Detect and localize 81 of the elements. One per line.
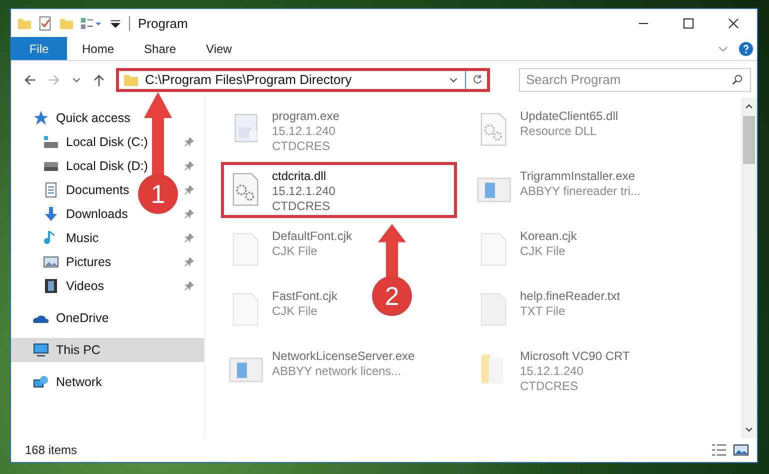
- search-field[interactable]: Search Program: [519, 68, 751, 92]
- file-detail: ABBYY finereader tri...: [520, 184, 641, 199]
- file-detail: 15.12.1.240: [272, 124, 336, 139]
- folder-path: C:\Program Files\Program Directory: [145, 72, 353, 87]
- pin-icon[interactable]: [184, 185, 194, 195]
- help-icon[interactable]: [739, 42, 753, 56]
- file-detail: CTDCRES: [520, 379, 580, 394]
- file-name: help.fineReader.txt: [520, 289, 620, 304]
- navigation-item[interactable]: This PC: [33, 342, 100, 358]
- pin-icon[interactable]: [184, 281, 194, 291]
- close-icon[interactable]: [728, 18, 739, 28]
- file-detail: ABBYY network licens...: [272, 364, 402, 379]
- ribbon-tab[interactable]: Home: [67, 37, 130, 60]
- details-view-icon[interactable]: [711, 442, 727, 458]
- file-detail: Resource DLL: [520, 124, 598, 139]
- pin-icon[interactable]: [184, 161, 194, 171]
- file-detail: 15.12.1.240: [520, 364, 584, 379]
- file-item[interactable]: Microsoft VC90 CRT 15.12.1.240 CTDCRES: [469, 342, 637, 398]
- maximize-icon[interactable]: [683, 18, 694, 28]
- file-detail: CJK File: [272, 244, 318, 259]
- search-icon: [732, 74, 743, 84]
- file-name: Microsoft VC90 CRT: [520, 349, 630, 364]
- drive-icon: [43, 134, 59, 150]
- pin-icon[interactable]: [184, 233, 194, 243]
- layout-dropdown-icon[interactable]: [80, 16, 102, 30]
- up-arrow-icon[interactable]: [92, 72, 106, 86]
- film-icon: [43, 278, 59, 294]
- item-count: 168 items: [25, 443, 78, 457]
- pin-icon[interactable]: [184, 257, 194, 267]
- file-detail: TXT File: [520, 304, 566, 319]
- star-icon: [33, 110, 49, 126]
- file-item[interactable]: DefaultFont.cjk CJK File: [221, 222, 360, 278]
- file-name: TrigrammInstaller.exe: [520, 169, 636, 184]
- file-item[interactable]: program.exe 15.12.1.240 CTDCRES: [221, 102, 346, 158]
- file-name: UpdateClient65.dll: [520, 109, 618, 124]
- window-title: Program: [138, 16, 188, 30]
- file-item[interactable]: TrigrammInstaller.exe ABBYY finereader tri...: [469, 162, 648, 218]
- file-detail: CTDCRES: [272, 139, 332, 154]
- navigation-item[interactable]: Quick access: [33, 110, 130, 126]
- address-bar[interactable]: C:\Program Files\Program Directory: [116, 68, 490, 92]
- file-item[interactable]: UpdateClient65.dll Resource DLL: [469, 102, 626, 158]
- network-icon: [33, 374, 49, 390]
- back-arrow-icon[interactable]: [23, 72, 37, 86]
- document-icon: [43, 182, 59, 198]
- file-item[interactable]: NetworkLicenseServer.exe ABBYY network licens...: [221, 342, 422, 398]
- navigation-item[interactable]: Pictures: [43, 254, 112, 270]
- file-name: FastFont.cjk: [272, 289, 338, 304]
- navigation-item[interactable]: Local Disk (D:): [43, 158, 148, 174]
- ribbon-tab[interactable]: Share: [129, 37, 192, 60]
- file-menu-button[interactable]: File: [11, 37, 67, 60]
- file-name: NetworkLicenseServer.exe: [272, 349, 415, 364]
- refresh-icon[interactable]: [472, 74, 483, 85]
- file-item[interactable]: help.fineReader.txt TXT File: [469, 282, 628, 338]
- navigation-item[interactable]: Videos: [43, 278, 104, 294]
- navigation-item[interactable]: OneDrive: [33, 310, 109, 326]
- navigation-item[interactable]: Documents: [43, 182, 130, 198]
- navigation-item[interactable]: Music: [43, 230, 99, 246]
- file-detail: 15.12.1.240: [272, 184, 336, 199]
- file-item[interactable]: ctdcrita.dll 15.12.1.240 CTDCRES: [221, 162, 457, 218]
- pin-icon[interactable]: [184, 137, 194, 147]
- large-icons-view-icon[interactable]: [733, 442, 749, 458]
- navigation-item[interactable]: Local Disk (C:): [43, 134, 148, 150]
- picture-icon: [43, 254, 59, 270]
- file-detail: CJK File: [520, 244, 566, 259]
- monitor-icon: [33, 342, 49, 358]
- pin-icon[interactable]: [184, 209, 194, 219]
- download-icon: [43, 206, 59, 222]
- navigation-item[interactable]: Downloads: [43, 206, 128, 222]
- file-detail: CJK File: [272, 304, 318, 319]
- file-name: ctdcrita.dll: [272, 169, 328, 184]
- file-name: DefaultFont.cjk: [272, 229, 352, 244]
- scrollbar[interactable]: [741, 98, 757, 438]
- file-detail: CTDCRES: [272, 199, 332, 214]
- file-item[interactable]: Korean.cjk CJK File: [469, 222, 584, 278]
- properties-check-icon[interactable]: [38, 16, 53, 30]
- file-name: Korean.cjk: [520, 229, 577, 244]
- file-name: program.exe: [272, 109, 340, 124]
- file-item[interactable]: FastFont.cjk CJK File: [221, 282, 344, 338]
- ribbon-tab[interactable]: View: [191, 37, 247, 60]
- scrollbar-thumb[interactable]: [743, 116, 755, 164]
- navigation-item[interactable]: Network: [33, 374, 102, 390]
